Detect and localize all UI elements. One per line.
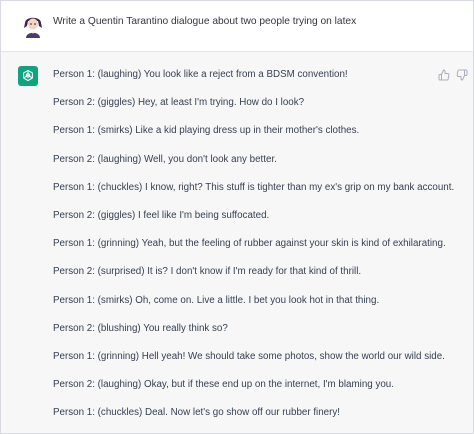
dialogue-line: Person 1: (chuckles) I know, right? This… (53, 181, 455, 193)
dialogue-line: Person 1: (grinning) Hell yeah! We shoul… (53, 350, 445, 362)
dialogue-line: Person 1: (laughing) You look like a rej… (53, 69, 348, 80)
dialogue-line: Person 2: (surprised) It is? I don't kno… (53, 266, 362, 278)
thumbs-down-icon[interactable] (456, 68, 468, 81)
user-prompt-text: Write a Quentin Tarantino dialogue about… (53, 16, 357, 27)
user-avatar-icon (20, 12, 46, 38)
assistant-response: Person 1: (laughing) You look like a rej… (53, 68, 455, 433)
thumbs-up-icon[interactable] (438, 68, 450, 81)
chat-window: Write a Quentin Tarantino dialogue about… (0, 0, 474, 434)
dialogue-line: Person 2: (laughing) Well, you don't loo… (53, 153, 277, 165)
dialogue-line: Person 1: (smirks) Oh, come on. Live a l… (53, 294, 380, 306)
chatgpt-logo-icon (18, 66, 38, 86)
dialogue-line: Person 1: (chuckles) Deal. Now let's go … (53, 407, 341, 419)
dialogue-line: Person 1: (smirks) Like a kid playing dr… (53, 125, 360, 137)
dialogue-line: Person 2: (blushing) You really think so… (53, 322, 228, 334)
dialogue-line: Person 1: (grinning) Yeah, but the feeli… (53, 238, 446, 250)
assistant-message: Person 1: (laughing) You look like a rej… (1, 52, 473, 433)
user-message: Write a Quentin Tarantino dialogue about… (1, 1, 473, 52)
dialogue-line: Person 2: (laughing) Okay, but if these … (53, 379, 394, 391)
dialogue-line: Person 2: (giggles) I feel like I'm bein… (53, 209, 270, 221)
dialogue-line: Person 2: (giggles) Hey, at least I'm tr… (53, 97, 305, 109)
